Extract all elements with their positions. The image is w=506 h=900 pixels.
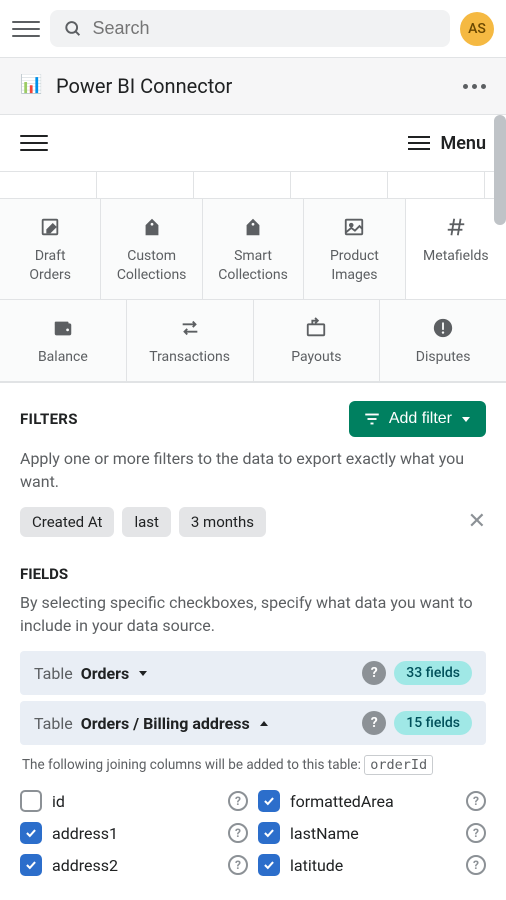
search-icon <box>64 19 82 39</box>
filter-chip[interactable]: Created At <box>20 507 114 537</box>
transfer-icon <box>131 316 249 340</box>
chevron-up-icon <box>258 717 270 729</box>
field-name: address1 <box>52 824 218 843</box>
tile-label: Balance <box>4 348 122 367</box>
alert-icon <box>384 316 502 340</box>
join-note: The following joining columns will be ad… <box>20 751 486 785</box>
image-icon <box>308 215 400 239</box>
field-name: lastName <box>290 824 456 843</box>
help-icon[interactable]: ? <box>466 823 486 843</box>
checkbox-checked[interactable] <box>258 854 280 876</box>
help-icon[interactable]: ? <box>228 823 248 843</box>
tile-label: CustomCollections <box>105 247 197 285</box>
hash-icon <box>410 215 502 239</box>
field-row: lastName? <box>258 817 486 849</box>
add-filter-label: Add filter <box>389 410 452 428</box>
upper-tab-strip <box>0 172 506 199</box>
tab-empty[interactable] <box>194 172 291 198</box>
tile-label: Metafields <box>410 247 502 266</box>
checkbox-checked[interactable] <box>20 822 42 844</box>
tab-empty[interactable] <box>0 172 97 198</box>
field-name: address2 <box>52 856 218 875</box>
checkbox-checked[interactable] <box>258 790 280 812</box>
help-icon[interactable]: ? <box>466 791 486 811</box>
tag-icon <box>105 215 197 239</box>
avatar[interactable]: AS <box>460 12 494 46</box>
menu-label: Menu <box>440 133 486 154</box>
chevron-down-icon <box>460 413 472 425</box>
add-filter-button[interactable]: Add filter <box>349 401 486 437</box>
field-row: address2? <box>20 849 248 881</box>
table-prefix: Table <box>34 714 73 733</box>
field-name: formattedArea <box>290 792 456 811</box>
tile-label: ProductImages <box>308 247 400 285</box>
help-icon[interactable]: ? <box>362 711 386 735</box>
filter-chip[interactable]: last <box>122 507 170 537</box>
search-box[interactable] <box>50 10 450 47</box>
tile-label: Payouts <box>258 348 376 367</box>
table-name: Orders <box>81 664 129 683</box>
fields-description: By selecting specific checkboxes, specif… <box>20 591 486 637</box>
tile-label: DraftOrders <box>4 247 96 285</box>
checkbox-checked[interactable] <box>20 854 42 876</box>
clear-filter-button[interactable]: ✕ <box>468 511 486 533</box>
menu-dropdown[interactable]: Menu <box>408 133 486 154</box>
draft-icon <box>4 215 96 239</box>
help-icon[interactable]: ? <box>466 855 486 875</box>
wallet-icon <box>4 316 122 340</box>
table-billing-bar[interactable]: Table Orders / Billing address ? 15 fiel… <box>20 701 486 745</box>
more-button[interactable] <box>463 84 486 89</box>
app-title: Power BI Connector <box>56 74 463 98</box>
filter-chip[interactable]: 3 months <box>179 507 266 537</box>
search-input[interactable] <box>92 18 436 39</box>
tile-draft-orders[interactable]: DraftOrders <box>0 199 101 300</box>
filters-description: Apply one or more filters to the data to… <box>20 447 486 493</box>
app-logo-icon: 📊 <box>20 74 44 98</box>
field-count-badge: 15 fields <box>394 711 472 735</box>
join-column-code: orderId <box>364 755 433 775</box>
table-name: Orders / Billing address <box>81 714 250 733</box>
help-icon[interactable]: ? <box>228 855 248 875</box>
tile-label: SmartCollections <box>207 247 299 285</box>
field-row: longitude? <box>258 881 486 885</box>
field-count-badge: 33 fields <box>394 661 472 685</box>
help-icon[interactable]: ? <box>362 661 386 685</box>
tile-metafields[interactable]: Metafields <box>406 199 506 300</box>
tile-product-images[interactable]: ProductImages <box>304 199 405 300</box>
tile-custom-collections[interactable]: CustomCollections <box>101 199 202 300</box>
field-name: latitude <box>290 856 456 875</box>
field-row: address1? <box>20 817 248 849</box>
tile-label: Disputes <box>384 348 502 367</box>
tab-empty[interactable] <box>291 172 388 198</box>
tile-smart-collections[interactable]: SmartCollections <box>203 199 304 300</box>
filter-icon <box>363 410 381 428</box>
field-row: formattedArea? <box>258 785 486 817</box>
tile-payouts[interactable]: Payouts <box>254 300 381 382</box>
tile-transactions[interactable]: Transactions <box>127 300 254 382</box>
chevron-down-icon <box>137 667 149 679</box>
help-icon[interactable]: ? <box>228 791 248 811</box>
field-row: latitude? <box>258 849 486 881</box>
scrollbar[interactable] <box>494 115 506 225</box>
payout-icon <box>258 316 376 340</box>
table-orders-bar[interactable]: Table Orders ? 33 fields <box>20 651 486 695</box>
tile-balance[interactable]: Balance <box>0 300 127 382</box>
field-row: city? <box>20 881 248 885</box>
tile-disputes[interactable]: Disputes <box>380 300 506 382</box>
tab-empty[interactable] <box>388 172 485 198</box>
checkbox-unchecked[interactable] <box>20 790 42 812</box>
tile-label: Transactions <box>131 348 249 367</box>
fields-heading: FIELDS <box>20 565 486 583</box>
filters-heading: FILTERS <box>20 410 78 428</box>
field-row: id? <box>20 785 248 817</box>
checkbox-checked[interactable] <box>258 822 280 844</box>
tab-empty[interactable] <box>97 172 194 198</box>
table-prefix: Table <box>34 664 73 683</box>
field-name: id <box>52 792 218 811</box>
main-menu-button[interactable] <box>12 15 40 43</box>
panel-menu-button[interactable] <box>20 129 48 157</box>
tag-icon <box>207 215 299 239</box>
